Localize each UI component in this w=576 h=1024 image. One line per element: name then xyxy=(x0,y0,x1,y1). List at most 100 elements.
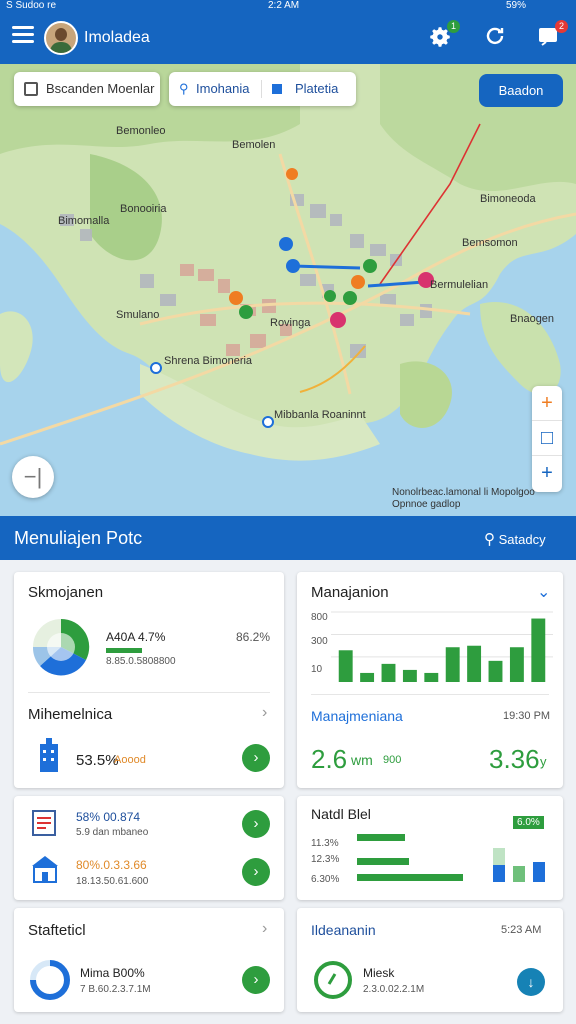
search-icon: ⚲ xyxy=(484,531,495,548)
zoom-in-icon[interactable]: + xyxy=(532,456,562,491)
y-tick: 800 xyxy=(311,612,328,623)
timestamp: 5:23 AM xyxy=(501,924,542,936)
value-unit: wm xyxy=(351,752,373,768)
gear-icon[interactable]: 1 xyxy=(426,20,460,52)
map-label: Bemolen xyxy=(232,139,275,151)
map-view[interactable]: Bemolen Bemonleo Bonooiria Bemsomon Berm… xyxy=(0,64,576,516)
row-value: 58% 00.874 xyxy=(76,810,141,824)
row-label: 6.30% xyxy=(311,874,340,885)
filter-chip-label[interactable]: Imohania xyxy=(196,72,249,106)
notification-icon[interactable]: 2 xyxy=(534,20,568,52)
stat-value: Mima B00% xyxy=(80,966,145,980)
battery-level: 59% xyxy=(506,0,527,11)
filter-chip-label[interactable]: Platetia xyxy=(295,72,338,106)
status-badge: 6.0% xyxy=(513,816,544,829)
map-label: Bnaogen xyxy=(510,313,554,325)
progress-bar xyxy=(106,648,142,653)
chart-bar-6 xyxy=(445,647,460,682)
hbar xyxy=(357,834,405,841)
card-title: Ildeananin xyxy=(311,922,376,938)
row-sub: 18.13.50.61.600 xyxy=(76,876,149,887)
chevron-right-icon[interactable]: › xyxy=(262,920,267,938)
divider xyxy=(311,694,549,695)
row-value: 80%.0.3.3.66 xyxy=(76,858,147,872)
chart-bar-3 xyxy=(381,663,396,682)
download-icon[interactable]: ↓ xyxy=(517,968,545,996)
map-label: Bemonleo xyxy=(116,125,166,137)
building-icon xyxy=(36,738,62,772)
card-title: Skmojanen xyxy=(28,584,104,601)
section-header: Menuliajen Potc ⚲ Satadcy xyxy=(0,516,576,560)
go-button[interactable]: › xyxy=(242,810,270,838)
value-unit: y xyxy=(540,754,547,769)
statistics-card: Stafteticl › Mima B00% 7 B.60.2.3.7.1M › xyxy=(14,908,284,1012)
search-button[interactable]: ⚲ Satadcy xyxy=(484,530,546,548)
status-bar: S Sudoo re 2:2 AM 59% xyxy=(0,0,576,12)
chart-bar-5 xyxy=(424,672,439,682)
chart-bar-2 xyxy=(360,672,375,682)
timestamp: 19:30 PM xyxy=(503,710,551,722)
card-subtitle: Mihemelnica xyxy=(28,706,113,723)
square-icon[interactable]: □ xyxy=(532,421,562,456)
mini-bar xyxy=(513,866,525,882)
mini-bar xyxy=(493,848,505,882)
go-button[interactable]: › xyxy=(242,966,270,994)
flag-icon xyxy=(272,84,282,94)
chevron-right-icon[interactable]: › xyxy=(262,704,267,722)
map-label: Bermulelian xyxy=(430,279,488,291)
locate-icon[interactable]: −| xyxy=(12,456,54,498)
map-label: Mibbanla Roaninnt xyxy=(274,409,366,421)
value-right: 3.36 xyxy=(489,744,540,774)
chart-bar-1 xyxy=(338,650,353,682)
map-action-button[interactable]: Baadon xyxy=(479,74,563,107)
stat-sub: 8.85.0.5808800 xyxy=(106,656,176,667)
map-attribution: Nonolrbeac.lamonal li Mopolgoo Opnnoe ga… xyxy=(392,487,535,510)
add-icon[interactable]: + xyxy=(532,386,562,421)
notification-badge: 2 xyxy=(555,20,568,33)
list-card: 58% 00.874 5.9 dan mbaneo › 80%.0.3.3.66… xyxy=(14,796,284,900)
app-bar: Imoladea 1 2 xyxy=(0,12,576,64)
bars-card: Natdl Blel 6.0% 11.3% 12.3% 6.30% xyxy=(297,796,563,900)
map-label: Shrena Bimoneria xyxy=(164,355,253,367)
filter-chip-group[interactable]: ⚲ Imohania Platetia xyxy=(169,72,356,106)
filter-chip-scan[interactable]: Bscanden Moenlar xyxy=(14,72,160,106)
refresh-icon[interactable] xyxy=(481,24,509,52)
chart-bar-4 xyxy=(402,669,417,682)
location-pin-icon: ⚲ xyxy=(179,81,189,96)
row-label: 11.3% xyxy=(311,838,339,849)
bar-chart xyxy=(331,611,553,682)
row-sub: 5.9 dan mbaneo xyxy=(76,827,149,838)
metric-tag: Aoood xyxy=(114,754,146,766)
chevron-down-icon[interactable]: ⌄ xyxy=(537,582,550,602)
app-title: Imoladea xyxy=(84,29,150,46)
stat-percent: 86.2% xyxy=(236,630,271,644)
chart-bar-7 xyxy=(467,645,482,682)
settings-badge: 1 xyxy=(447,20,460,33)
stat-sub: 2.3.0.02.2.1M xyxy=(363,984,425,995)
search-label: Satadcy xyxy=(498,532,546,547)
donut-chart xyxy=(30,960,70,1000)
summary-card: Skmojanen A40A 4.7% 8.85.0.5808800 86.2%… xyxy=(14,572,284,788)
row-label: 12.3% xyxy=(311,854,340,865)
chart-bar-8 xyxy=(488,660,503,682)
go-button[interactable]: › xyxy=(242,858,270,886)
stat-sub: 7 B.60.2.3.7.1M xyxy=(80,984,151,995)
document-icon xyxy=(30,808,60,838)
filter-chip-label: Bscanden Moenlar xyxy=(46,81,155,96)
map-label: Bonooiria xyxy=(120,203,167,215)
section-title: Menuliajen Potc xyxy=(14,528,143,548)
menu-icon[interactable] xyxy=(12,26,34,44)
avatar[interactable] xyxy=(44,21,78,55)
card-subtitle: Manajmeniana xyxy=(311,708,403,724)
mini-bar xyxy=(533,862,545,882)
status-left: S Sudoo re xyxy=(6,0,57,11)
divider xyxy=(261,80,262,98)
checkbox-icon xyxy=(24,82,38,96)
stat-main: A40A 4.7% xyxy=(106,630,166,644)
divider xyxy=(28,692,270,693)
map-label: Bemsomon xyxy=(462,237,518,249)
go-button[interactable]: › xyxy=(242,744,270,772)
chart-bar-10 xyxy=(531,618,546,682)
detail-card: Ildeananin 5:23 AM Miesk 2.3.0.02.2.1M ↓ xyxy=(297,908,563,1012)
metric-value: 53.5% xyxy=(76,752,119,769)
